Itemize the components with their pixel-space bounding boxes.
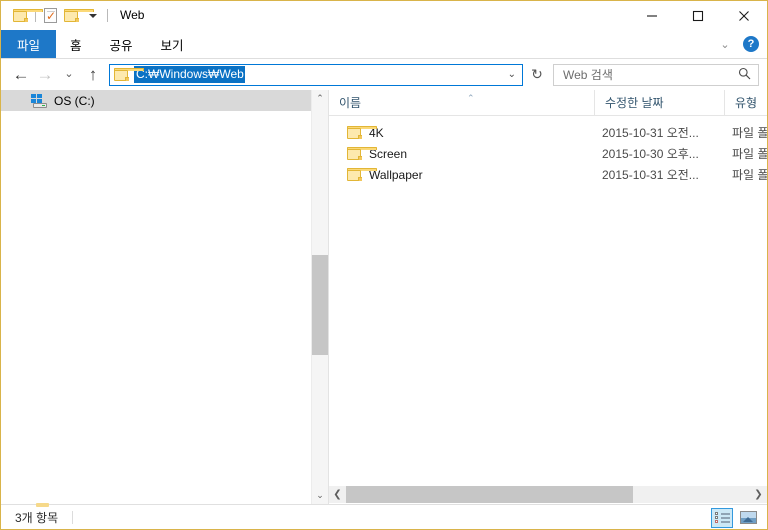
sidebar-item-os-c[interactable]: OS (C:) (1, 90, 311, 111)
tab-home[interactable]: 홈 (56, 30, 96, 58)
back-arrow-icon: ← (12, 65, 30, 84)
folder-glyph (13, 9, 43, 22)
table-row[interactable]: Screen 2015-10-30 오후... 파일 폴 (329, 143, 767, 164)
ribbon-tab-bar: 파일 홈 공유 보기 ⌄ ? (1, 30, 767, 59)
folder-icon[interactable] (10, 5, 43, 26)
row-date-label: 2015-10-31 오전... (602, 168, 699, 182)
back-button[interactable]: ← (9, 63, 33, 87)
row-type-label: 파일 폴 (732, 126, 767, 140)
properties-icon[interactable]: ✓ (40, 5, 61, 26)
file-explorer-window: ✓ Web 파일 홈 공유 보기 ⌄ ? ← → ⌄ ↑ C:₩Windows₩… (0, 0, 768, 530)
search-placeholder: Web 검색 (563, 68, 613, 82)
new-folder-icon[interactable] (61, 5, 94, 26)
forward-arrow-icon: → (36, 65, 54, 84)
column-header-name[interactable]: 이름 ⌃ (329, 90, 594, 115)
file-rows: 4K 2015-10-31 오전... 파일 폴 Screen 2015-10-… (329, 122, 767, 185)
window-controls (629, 1, 767, 30)
row-date-label: 2015-10-30 오후... (602, 147, 699, 161)
chevron-down-icon[interactable]: ⌄ (717, 38, 733, 51)
row-type-label: 파일 폴 (732, 147, 767, 161)
scroll-left-icon[interactable]: ❮ (329, 486, 346, 503)
address-bar-row: ← → ⌄ ↑ C:₩Windows₩Web ⌄ ↻ Web 검색 (1, 59, 767, 90)
status-marker (36, 503, 49, 507)
horizontal-scrollbar[interactable]: ❮ ❯ (329, 486, 767, 503)
hscrollbar-thumb[interactable] (346, 486, 633, 503)
address-dropdown-icon[interactable]: ⌄ (508, 69, 516, 80)
chevron-down-icon: ⌄ (64, 68, 74, 80)
refresh-button[interactable]: ↻ (525, 64, 549, 86)
drive-icon (31, 93, 47, 108)
column-header-date[interactable]: 수정한 날짜 (594, 90, 724, 115)
table-row[interactable]: Wallpaper 2015-10-31 오전... 파일 폴 (329, 164, 767, 185)
column-label-date: 수정한 날짜 (605, 96, 664, 110)
quick-access-toolbar: ✓ (1, 1, 112, 30)
row-name-cell: 4K (347, 126, 384, 140)
item-count-label: 3개 항목 (15, 511, 59, 525)
ribbon-right-controls: ⌄ ? (717, 30, 763, 58)
qat-separator-2 (107, 9, 108, 22)
status-bar: 3개 항목 (1, 503, 767, 529)
tab-view[interactable]: 보기 (147, 30, 198, 58)
sidebar-item-label: OS (C:) (54, 93, 95, 108)
navigation-pane: OS (C:) (1, 90, 311, 504)
tab-file[interactable]: 파일 (1, 30, 57, 58)
document-glyph: ✓ (44, 8, 57, 23)
help-icon[interactable]: ? (743, 36, 759, 52)
scroll-up-icon[interactable]: ⌃ (312, 90, 328, 107)
details-view-icon (714, 512, 730, 523)
folder-icon (347, 126, 377, 139)
row-name-label: Wallpaper (369, 167, 423, 182)
up-button[interactable]: ↑ (81, 63, 105, 87)
column-label-name: 이름 (339, 96, 362, 110)
large-icons-view-button[interactable] (737, 508, 759, 528)
close-button[interactable] (721, 1, 767, 30)
folder-icon (114, 68, 144, 81)
row-date-label: 2015-10-31 오전... (602, 126, 699, 140)
row-name-cell: Screen (347, 147, 407, 161)
folder-glyph-2 (64, 9, 94, 22)
folder-icon (347, 147, 377, 160)
forward-button[interactable]: → (33, 63, 57, 87)
search-input[interactable]: Web 검색 (553, 63, 759, 86)
address-path-text: C:₩Windows₩Web (134, 66, 245, 83)
minimize-button[interactable] (629, 1, 675, 30)
scroll-right-icon[interactable]: ❯ (750, 486, 767, 503)
sort-ascending-icon: ⌃ (467, 93, 475, 103)
status-separator (72, 511, 74, 524)
refresh-icon: ↻ (531, 66, 543, 82)
search-icon[interactable] (738, 67, 751, 83)
folder-icon (347, 168, 377, 181)
scrollbar-thumb[interactable] (312, 255, 328, 355)
up-arrow-icon: ↑ (88, 65, 98, 84)
column-header-type[interactable]: 유형 (724, 90, 767, 115)
column-header-row: 이름 ⌃ 수정한 날짜 유형 (329, 90, 767, 116)
file-list-pane: 이름 ⌃ 수정한 날짜 유형 4K 2015-10-31 오전... 파일 폴 … (329, 90, 767, 504)
tab-share[interactable]: 공유 (96, 30, 147, 58)
maximize-button[interactable] (675, 1, 721, 30)
details-view-button[interactable] (711, 507, 733, 528)
scroll-down-icon[interactable]: ⌄ (312, 487, 328, 504)
row-type-label: 파일 폴 (732, 168, 767, 182)
row-name-cell: Wallpaper (347, 168, 423, 182)
view-buttons (711, 507, 759, 528)
window-title: Web (120, 8, 145, 22)
title-bar: ✓ Web (1, 1, 767, 30)
large-icons-view-icon (739, 511, 757, 524)
recent-locations-button[interactable]: ⌄ (57, 63, 81, 87)
table-row[interactable]: 4K 2015-10-31 오전... 파일 폴 (329, 122, 767, 143)
main-content: OS (C:) ⌃ ⌄ 이름 ⌃ 수정한 날짜 유형 4K 2015-10-31… (1, 90, 767, 504)
column-label-type: 유형 (735, 96, 758, 110)
address-input[interactable]: C:₩Windows₩Web ⌄ (109, 63, 523, 86)
navigation-scrollbar[interactable]: ⌃ ⌄ (311, 90, 328, 504)
